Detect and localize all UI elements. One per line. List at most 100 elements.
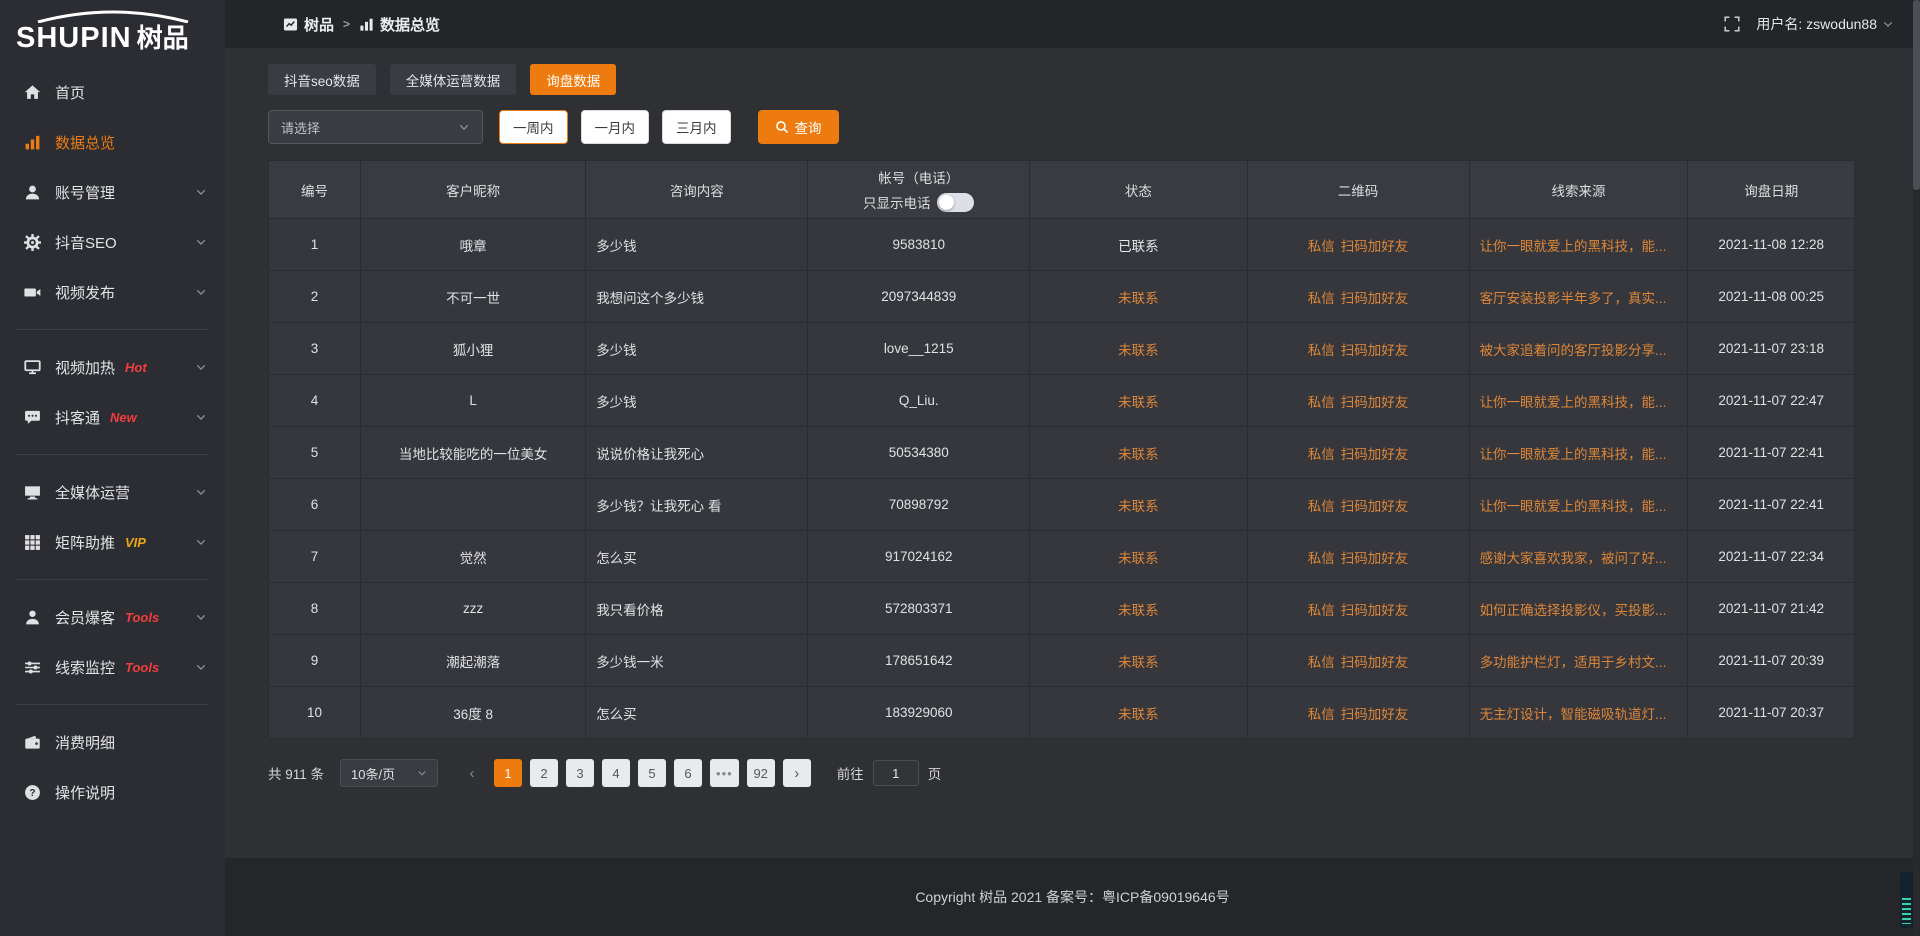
breadcrumb-item[interactable]: 数据总览 [359, 14, 440, 35]
qr-link[interactable]: 扫码加好友 [1341, 291, 1409, 306]
qr-link[interactable]: 扫码加好友 [1341, 603, 1409, 618]
sidebar-item-badge: Tools [125, 660, 159, 675]
query-button[interactable]: 查询 [758, 110, 839, 144]
qr-link[interactable]: 私信 [1308, 291, 1335, 306]
page-button[interactable]: 6 [674, 759, 702, 787]
corner-widget[interactable] [1900, 872, 1913, 928]
source-link[interactable]: 让你一眼就爱上的黑科技，能... [1480, 235, 1678, 255]
prev-page-button[interactable]: ‹ [458, 759, 486, 787]
cell-account: love__1215 [808, 323, 1030, 375]
source-link[interactable]: 客厅安装投影半年多了，真实... [1480, 287, 1678, 307]
page-ellipsis[interactable]: ••• [710, 759, 739, 787]
tab-inquiry-data[interactable]: 询盘数据 [530, 64, 616, 95]
source-link[interactable]: 让你一眼就爱上的黑科技，能... [1480, 495, 1678, 515]
cell-content: 多少钱 [586, 323, 808, 375]
qr-link[interactable]: 私信 [1308, 603, 1335, 618]
sidebar-item[interactable]: 矩阵助推VIP [0, 517, 225, 567]
content: 抖音seo数据全媒体运营数据询盘数据 请选择 一周内一月内三月内 查询 编号客户… [225, 48, 1920, 858]
sidebar-item[interactable]: 视频发布 [0, 267, 225, 317]
cell-date: 2021-11-07 22:41 [1688, 427, 1855, 479]
goto-label: 前往 [837, 763, 864, 783]
scrollbar[interactable] [1913, 0, 1920, 936]
source-link[interactable]: 被大家追着问的客厅投影分享... [1480, 339, 1678, 359]
sidebar-item[interactable]: 视频加热Hot [0, 342, 225, 392]
sidebar-item[interactable]: 数据总览 [0, 117, 225, 167]
sidebar-item[interactable]: 线索监控Tools [0, 642, 225, 692]
logo-en: SHUPIN [16, 22, 132, 54]
qr-link[interactable]: 私信 [1308, 551, 1335, 566]
source-link[interactable]: 感谢大家喜欢我家，被问了好... [1480, 547, 1678, 567]
search-icon [775, 120, 789, 134]
page-size-select[interactable]: 10条/页 [340, 759, 438, 787]
filter-select[interactable]: 请选择 [268, 110, 483, 144]
page-button[interactable]: 4 [602, 759, 630, 787]
sidebar-item[interactable]: 会员爆客Tools [0, 592, 225, 642]
cell-date: 2021-11-07 20:37 [1688, 687, 1855, 739]
qr-link[interactable]: 私信 [1308, 343, 1335, 358]
qr-link[interactable]: 私信 [1308, 447, 1335, 462]
breadcrumb-item[interactable]: 树品 [283, 14, 334, 35]
chevron-down-icon [417, 768, 427, 778]
cell-account: 183929060 [808, 687, 1030, 739]
page-button[interactable]: 3 [566, 759, 594, 787]
monitor-icon [24, 484, 41, 501]
tab-douyin-seo-data[interactable]: 抖音seo数据 [268, 64, 376, 95]
source-link[interactable]: 让你一眼就爱上的黑科技，能... [1480, 391, 1678, 411]
cell-account: 50534380 [808, 427, 1030, 479]
range-button[interactable]: 三月内 [662, 110, 731, 144]
cell-id: 4 [269, 375, 361, 427]
sidebar-item-label: 抖客通 [55, 407, 100, 428]
qr-link[interactable]: 私信 [1308, 395, 1335, 410]
qr-link[interactable]: 扫码加好友 [1341, 447, 1409, 462]
qr-link[interactable]: 扫码加好友 [1341, 395, 1409, 410]
phone-only-toggle[interactable] [937, 193, 974, 212]
sidebar-item[interactable]: 账号管理 [0, 167, 225, 217]
username-menu[interactable]: 用户名: zswodun88 [1756, 14, 1894, 34]
sidebar-item[interactable]: ?操作说明 [0, 767, 225, 817]
status-badge: 未联系 [1118, 343, 1159, 358]
range-button[interactable]: 一周内 [499, 110, 568, 144]
sliders-icon [24, 659, 41, 676]
cell-qr: 私信扫码加好友 [1247, 323, 1469, 375]
scrollbar-thumb[interactable] [1913, 0, 1920, 190]
sidebar-item[interactable]: 消费明细 [0, 717, 225, 767]
member-icon [24, 609, 41, 626]
qr-link[interactable]: 私信 [1308, 655, 1335, 670]
sidebar: SHUPIN树品 首页数据总览账号管理抖音SEO视频发布视频加热Hot抖客通Ne… [0, 0, 225, 936]
cell-source: 如何正确选择投影仪，买投影... [1469, 583, 1688, 635]
page-button[interactable]: 1 [494, 759, 522, 787]
chevron-down-icon [195, 611, 207, 623]
sidebar-item[interactable]: 首页 [0, 67, 225, 117]
cell-date: 2021-11-08 12:28 [1688, 219, 1855, 271]
qr-link[interactable]: 私信 [1308, 707, 1335, 722]
sidebar-item[interactable]: 抖客通New [0, 392, 225, 442]
source-link[interactable]: 让你一眼就爱上的黑科技，能... [1480, 443, 1678, 463]
cell-nickname: 觉然 [360, 531, 585, 583]
sidebar-item[interactable]: 全媒体运营 [0, 467, 225, 517]
sidebar-item[interactable]: 抖音SEO [0, 217, 225, 267]
qr-link[interactable]: 扫码加好友 [1341, 655, 1409, 670]
page-button[interactable]: 2 [530, 759, 558, 787]
range-button[interactable]: 一月内 [581, 110, 650, 144]
qr-link[interactable]: 扫码加好友 [1341, 499, 1409, 514]
qr-link[interactable]: 私信 [1308, 499, 1335, 514]
page-button[interactable]: 5 [638, 759, 666, 787]
chevron-down-icon [195, 486, 207, 498]
qr-link[interactable]: 扫码加好友 [1341, 343, 1409, 358]
qr-link[interactable]: 私信 [1308, 239, 1335, 254]
next-page-button[interactable]: › [783, 759, 811, 787]
qr-link[interactable]: 扫码加好友 [1341, 707, 1409, 722]
tab-media-operation-data[interactable]: 全媒体运营数据 [390, 64, 517, 95]
cell-content: 多少钱 [586, 219, 808, 271]
column-header: 询盘日期 [1688, 161, 1855, 219]
goto-page-input[interactable] [873, 760, 919, 786]
fullscreen-icon[interactable] [1724, 16, 1740, 32]
source-link[interactable]: 多功能护栏灯，适用于乡村文... [1480, 651, 1678, 671]
cell-account: 9583810 [808, 219, 1030, 271]
qr-link[interactable]: 扫码加好友 [1341, 551, 1409, 566]
source-link[interactable]: 如何正确选择投影仪，买投影... [1480, 599, 1678, 619]
page-button[interactable]: 92 [747, 759, 775, 787]
qr-link[interactable]: 扫码加好友 [1341, 239, 1409, 254]
source-link[interactable]: 无主灯设计，智能磁吸轨道灯... [1480, 703, 1678, 723]
cell-nickname: zzz [360, 583, 585, 635]
